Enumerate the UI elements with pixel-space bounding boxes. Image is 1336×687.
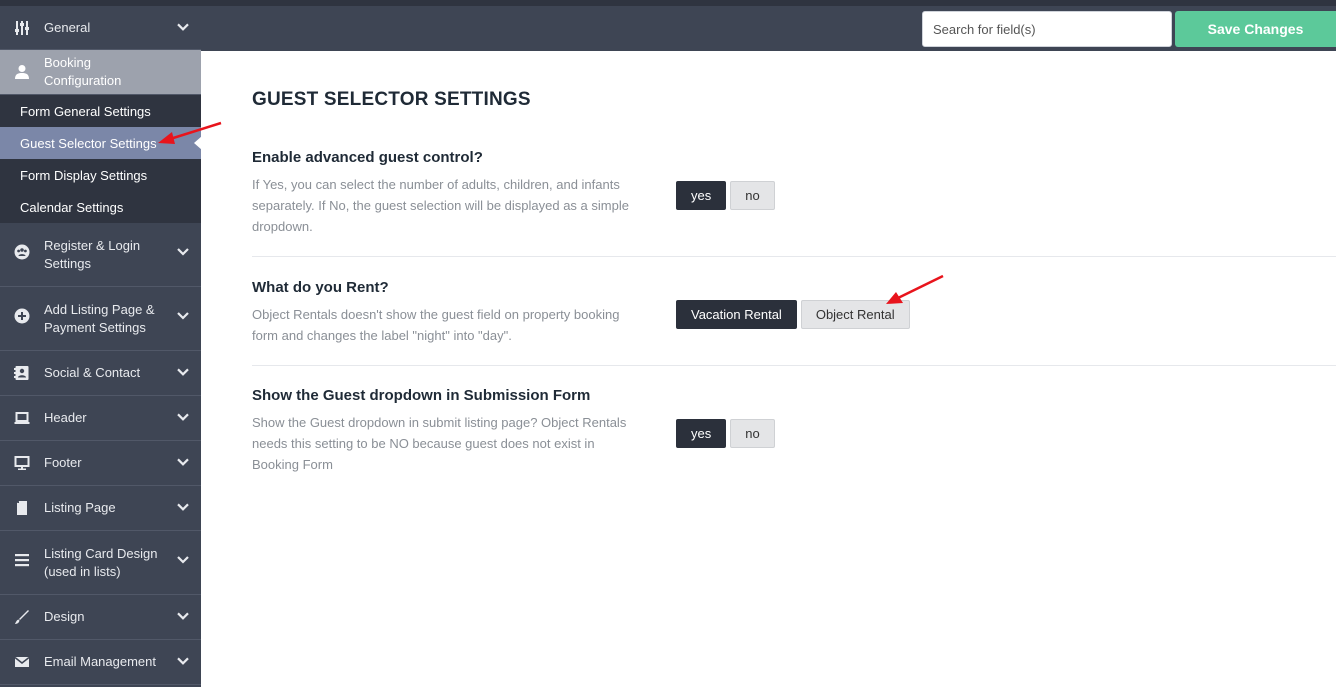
vacation-rental-button[interactable]: Vacation Rental	[676, 300, 797, 329]
brush-icon	[13, 608, 31, 626]
setting-advanced-guest-control: Enable advanced guest control? If Yes, y…	[252, 149, 1336, 237]
divider	[252, 256, 1336, 257]
sidebar-item-listing-card-design[interactable]: Listing Card Design (used in lists)	[0, 531, 201, 595]
contact-card-icon	[13, 364, 31, 382]
no-option-button[interactable]: no	[730, 181, 775, 210]
chevron-down-icon	[177, 23, 189, 31]
chevron-down-icon	[177, 312, 189, 320]
setting-title: What do you Rent?	[252, 279, 389, 296]
setting-description: Object Rentals doesn't show the guest fi…	[252, 307, 620, 343]
sidebar-item-label: Booking Configuration	[44, 55, 122, 88]
yes-option-button[interactable]: yes	[676, 181, 727, 210]
sidebar-item-header[interactable]: Header	[0, 396, 201, 441]
sidebar-item-email-management[interactable]: Email Management	[0, 640, 201, 685]
sidebar-item-label: Register & Login Settings	[44, 237, 141, 271]
setting-description: Show the Guest dropdown in submit listin…	[252, 415, 627, 472]
yes-option-button[interactable]: yes	[676, 419, 727, 448]
sidebar-item-label: Listing Card Design (used in lists)	[44, 545, 158, 579]
chevron-down-icon	[177, 556, 189, 564]
search-input[interactable]	[922, 11, 1172, 47]
setting-title: Enable advanced guest control?	[252, 149, 483, 166]
users-icon	[13, 243, 31, 261]
sidebar-item-label: Listing Page	[44, 500, 116, 515]
sidebar-item-general[interactable]: General	[0, 6, 201, 50]
user-icon	[13, 63, 31, 81]
sliders-icon	[13, 19, 31, 37]
sidebar-item-label: Footer	[44, 455, 82, 470]
rent-type-toggle: Vacation Rental Object Rental	[676, 300, 910, 329]
sidebar: General Booking Configuration Form Gener…	[0, 6, 201, 687]
save-changes-button[interactable]: Save Changes	[1175, 11, 1336, 47]
sidebar-item-label: General	[44, 19, 91, 35]
advanced-guest-control-toggle: yes no	[676, 181, 775, 210]
divider	[252, 365, 1336, 366]
page-title: GUEST SELECTOR SETTINGS	[252, 89, 531, 110]
sidebar-item-label: Header	[44, 410, 87, 425]
list-icon	[13, 551, 31, 569]
guest-dropdown-toggle: yes no	[676, 419, 775, 448]
chevron-down-icon	[177, 368, 189, 376]
setting-guest-dropdown-submission: Show the Guest dropdown in Submission Fo…	[252, 387, 1336, 475]
desktop-icon	[13, 454, 31, 472]
laptop-icon	[13, 409, 31, 427]
sidebar-subitem-form-general-settings[interactable]: Form General Settings	[0, 95, 201, 127]
sidebar-item-add-listing-page[interactable]: Add Listing Page & Payment Settings	[0, 287, 201, 351]
chevron-down-icon	[177, 503, 189, 511]
sidebar-item-label: Design	[44, 609, 85, 624]
sidebar-item-social-contact[interactable]: Social & Contact	[0, 351, 201, 396]
chevron-down-icon	[177, 248, 189, 256]
chevron-down-icon	[177, 458, 189, 466]
page-icon	[13, 499, 31, 517]
sidebar-item-label: Social & Contact	[44, 365, 141, 380]
sidebar-item-label: Add Listing Page & Payment Settings	[44, 301, 155, 335]
sidebar-item-register-login[interactable]: Register & Login Settings	[0, 223, 201, 287]
chevron-down-icon	[177, 612, 189, 620]
setting-title: Show the Guest dropdown in Submission Fo…	[252, 387, 591, 404]
envelope-icon	[13, 653, 31, 671]
setting-description: If Yes, you can select the number of adu…	[252, 177, 629, 234]
sidebar-item-label: Email Management	[44, 654, 156, 669]
sidebar-item-listing-page[interactable]: Listing Page	[0, 486, 201, 531]
sidebar-subitem-calendar-settings[interactable]: Calendar Settings	[0, 191, 201, 223]
no-option-button[interactable]: no	[730, 419, 775, 448]
object-rental-button[interactable]: Object Rental	[800, 300, 910, 329]
chevron-down-icon	[177, 413, 189, 421]
plus-circle-icon	[13, 307, 31, 325]
sidebar-item-footer[interactable]: Footer	[0, 441, 201, 486]
sidebar-item-design[interactable]: Design	[0, 595, 201, 640]
booking-configuration-submenu: Form General Settings Guest Selector Set…	[0, 95, 201, 223]
chevron-down-icon	[177, 657, 189, 665]
sidebar-subitem-guest-selector-settings[interactable]: Guest Selector Settings	[0, 127, 201, 159]
sidebar-item-booking-configuration[interactable]: Booking Configuration	[0, 50, 201, 95]
sidebar-subitem-form-display-settings[interactable]: Form Display Settings	[0, 159, 201, 191]
